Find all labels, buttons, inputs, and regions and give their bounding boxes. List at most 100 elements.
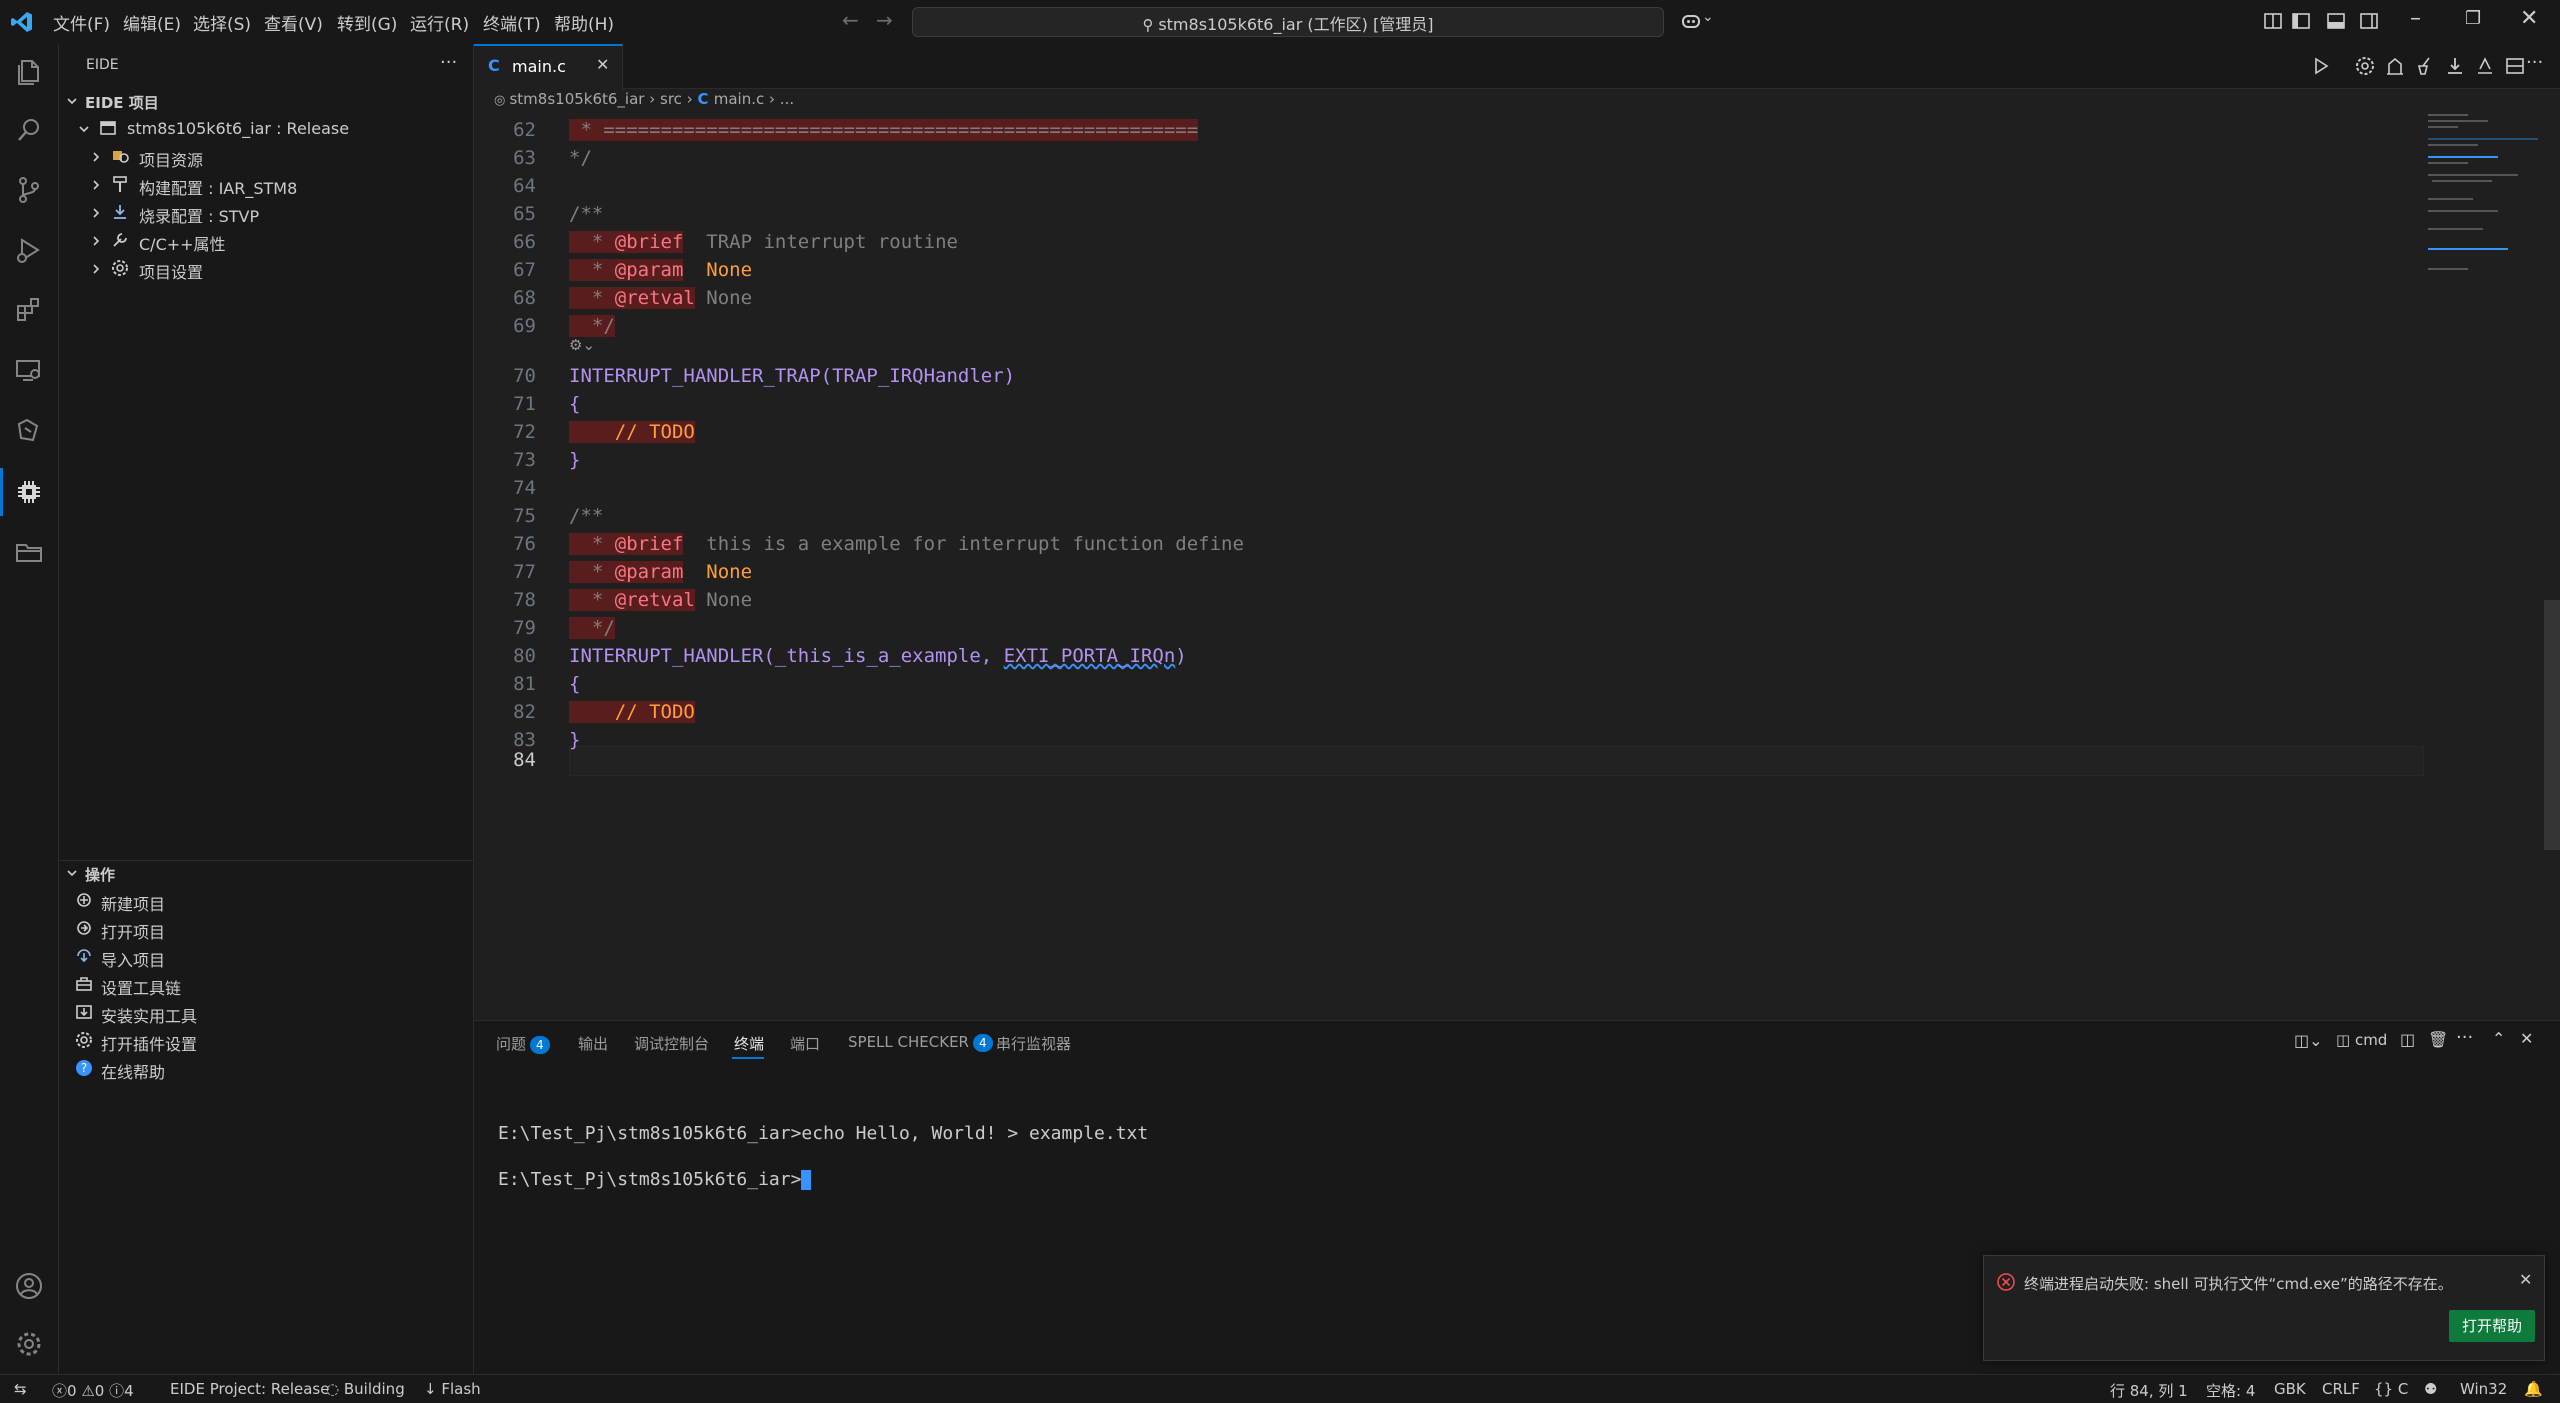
clean-broom-icon[interactable]: [2414, 55, 2436, 77]
testing-icon[interactable]: [13, 414, 45, 446]
terminal-instance[interactable]: ◫ cmd: [2336, 1031, 2387, 1049]
open-help-button[interactable]: 打开帮助: [2449, 1310, 2535, 1342]
notifications-bell-icon[interactable]: 🔔: [2524, 1380, 2543, 1398]
toggle-panel-icon[interactable]: [2325, 10, 2347, 32]
eol-status[interactable]: CRLF: [2322, 1380, 2360, 1398]
op-set-toolchain[interactable]: 设置工具链: [59, 972, 473, 998]
tree-item-build-config[interactable]: 构建配置 : IAR_STM8: [59, 172, 473, 198]
tab-output[interactable]: 输出: [578, 1033, 608, 1054]
split-editor-icon[interactable]: [2504, 55, 2526, 77]
line-number: 62: [513, 119, 536, 141]
platform-status[interactable]: Win32: [2460, 1380, 2507, 1398]
breadcrumb-item[interactable]: main.c: [714, 90, 765, 108]
search-icon[interactable]: [13, 114, 45, 146]
run-dropdown-icon[interactable]: [2310, 55, 2332, 77]
menu-terminal[interactable]: 终端(T): [483, 10, 541, 35]
terminal-line: E:\Test_Pj\stm8s105k6t6_iar>echo Hello, …: [498, 1123, 1149, 1144]
menu-view[interactable]: 查看(V): [264, 10, 323, 35]
flash-download-icon[interactable]: [2444, 55, 2466, 77]
close-tab-icon[interactable]: ✕: [596, 55, 609, 74]
cursor-position[interactable]: 行 84, 列 1: [2110, 1380, 2188, 1401]
menu-help[interactable]: 帮助(H): [554, 10, 614, 35]
problems-status[interactable]: ⓧ0 ⚠0 ⓘ4: [52, 1380, 134, 1401]
forward-arrow-icon[interactable]: →: [876, 8, 893, 32]
op-open-plugin-settings[interactable]: 打开插件设置: [59, 1028, 473, 1054]
customize-layout-icon[interactable]: [2262, 10, 2284, 32]
new-terminal-split-icon[interactable]: ◫⌄: [2294, 1031, 2323, 1050]
project-section-header[interactable]: EIDE 项目: [59, 88, 473, 114]
remote-explorer-icon[interactable]: [13, 354, 45, 386]
settings-gear-icon[interactable]: [13, 1328, 45, 1360]
minimap[interactable]: [2424, 108, 2544, 308]
op-new-project[interactable]: 新建项目: [59, 888, 473, 914]
menu-selection[interactable]: 选择(S): [193, 10, 251, 35]
menu-run[interactable]: 运行(R): [410, 10, 469, 35]
extensions-icon[interactable]: [13, 294, 45, 326]
breadcrumb-item[interactable]: stm8s105k6t6_iar: [509, 90, 644, 108]
split-terminal-icon[interactable]: ◫: [2400, 1030, 2415, 1049]
op-online-help[interactable]: ? 在线帮助: [59, 1056, 473, 1082]
encoding-status[interactable]: GBK: [2274, 1380, 2306, 1398]
more-actions-icon[interactable]: ···: [2526, 52, 2543, 73]
source-control-icon[interactable]: [13, 174, 45, 206]
command-center-search[interactable]: ⚲ stm8s105k6t6_iar (工作区) [管理员]: [912, 7, 1664, 37]
eide-chip-icon[interactable]: [13, 476, 45, 508]
toggle-sidebar-icon[interactable]: [2290, 10, 2312, 32]
back-arrow-icon[interactable]: ←: [842, 8, 859, 32]
chevron-down-icon[interactable]: ⌄: [1702, 9, 1714, 25]
indentation-status[interactable]: 空格: 4: [2206, 1380, 2255, 1401]
tab-ports[interactable]: 端口: [790, 1033, 820, 1054]
more-actions-icon[interactable]: ···: [2456, 1027, 2473, 1048]
flash-status[interactable]: ↓ Flash: [424, 1380, 481, 1398]
tree-item-flash-config[interactable]: 烧录配置 : STVP: [59, 200, 473, 226]
run-debug-icon[interactable]: [13, 234, 45, 266]
chevron-right-icon: [93, 208, 100, 218]
breadcrumb-item[interactable]: ...: [780, 90, 794, 108]
toggle-secondary-sidebar-icon[interactable]: [2358, 10, 2380, 32]
remote-icon[interactable]: ⇆: [14, 1380, 27, 1398]
tree-item-project-settings[interactable]: 项目设置: [59, 256, 473, 282]
op-import-project[interactable]: 导入项目: [59, 944, 473, 970]
restore-icon[interactable]: ❐: [2465, 8, 2481, 29]
tab-serial-monitor[interactable]: 串行监视器: [996, 1033, 1071, 1054]
close-window-icon[interactable]: ✕: [2520, 6, 2538, 31]
op-open-project[interactable]: 打开项目: [59, 916, 473, 942]
tab-spell-checker[interactable]: SPELL CHECKER 4: [848, 1033, 993, 1052]
eide-project-status[interactable]: EIDE Project: Release: [170, 1380, 329, 1398]
tree-item-cpp-properties[interactable]: C/C++属性: [59, 228, 473, 254]
more-actions-icon[interactable]: ···: [440, 52, 457, 73]
tab-debug-console[interactable]: 调试控制台: [634, 1033, 709, 1054]
error-icon: ⓧ: [52, 1382, 68, 1400]
build-status[interactable]: ◌ Building: [326, 1380, 405, 1398]
codelens-gear-icon[interactable]: ⚙⌄: [569, 336, 595, 354]
language-mode[interactable]: {} C: [2374, 1380, 2408, 1398]
trash-icon[interactable]: 🗑: [2428, 1030, 2448, 1049]
build-icon[interactable]: [2384, 55, 2406, 77]
tree-item-project-resources[interactable]: 项目资源: [59, 144, 473, 170]
breadcrumb-item[interactable]: src: [660, 90, 682, 108]
menu-file[interactable]: 文件(F): [53, 10, 110, 35]
tab-problems[interactable]: 问题 4: [496, 1033, 550, 1054]
folder-icon[interactable]: [13, 536, 45, 568]
ops-section-header[interactable]: 操作: [59, 860, 473, 886]
settings-icon[interactable]: [2354, 55, 2376, 77]
close-notification-icon[interactable]: ✕: [2519, 1270, 2532, 1289]
serial-icon[interactable]: [2474, 55, 2496, 77]
menu-goto[interactable]: 转到(G): [337, 10, 397, 35]
minimize-icon[interactable]: –: [2410, 6, 2421, 31]
explorer-icon[interactable]: [13, 56, 45, 88]
tab-main-c[interactable]: C main.c ✕: [474, 44, 623, 91]
close-panel-icon[interactable]: ✕: [2520, 1029, 2533, 1048]
menu-edit[interactable]: 编辑(E): [123, 10, 181, 35]
problems-badge: 4: [530, 1036, 550, 1054]
tab-terminal[interactable]: 终端: [734, 1033, 764, 1054]
code-line: }: [569, 449, 581, 471]
project-root-row[interactable]: stm8s105k6t6_iar : Release: [59, 116, 473, 142]
copilot-status-icon[interactable]: ⚉: [2424, 1380, 2437, 1398]
copilot-icon[interactable]: [1680, 10, 1702, 32]
editor-scrollbar[interactable]: [2544, 600, 2560, 850]
line-number: 71: [513, 393, 536, 415]
account-icon[interactable]: [13, 1270, 45, 1302]
maximize-panel-icon[interactable]: ⌃: [2492, 1029, 2505, 1048]
op-install-utilities[interactable]: 安装实用工具: [59, 1000, 473, 1026]
